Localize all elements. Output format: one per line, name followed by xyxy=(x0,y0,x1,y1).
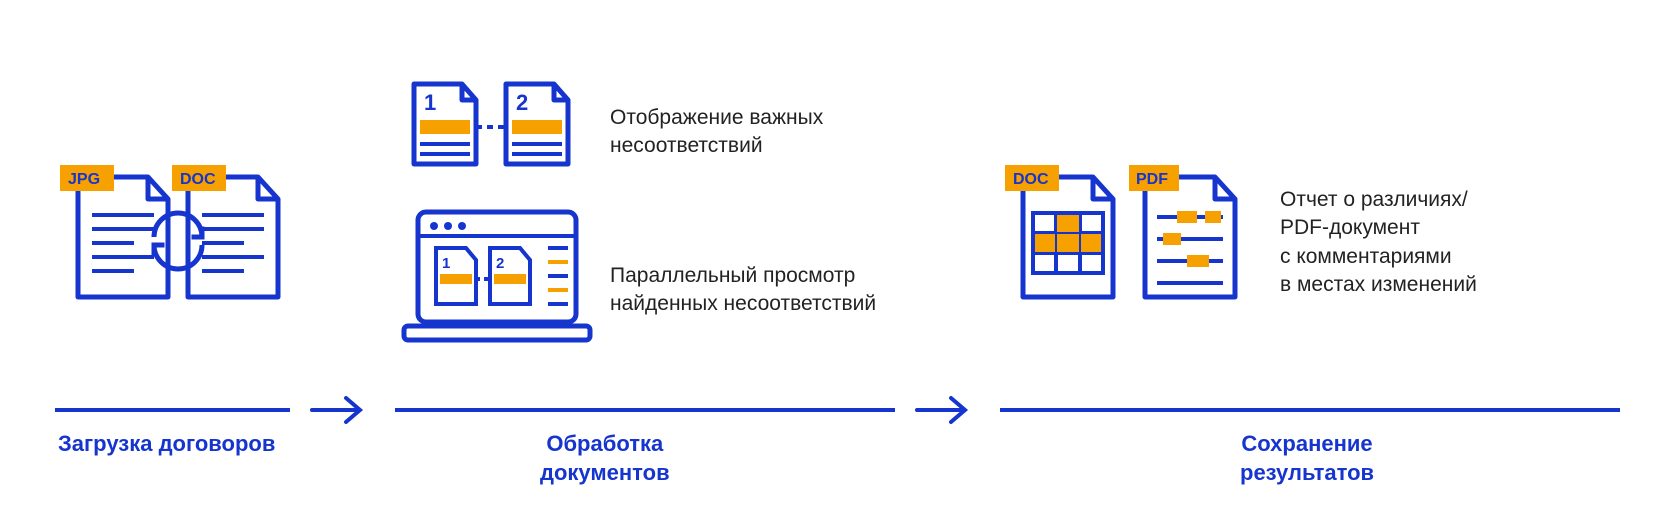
doc-num-1: 1 xyxy=(424,90,436,115)
stage2-underline xyxy=(395,408,895,412)
process-top-icon: 1 2 xyxy=(410,80,580,185)
upload-compare-icon: JPG DOC xyxy=(60,165,290,335)
save-badge-pdf: PDF xyxy=(1136,171,1168,188)
process-bottom-desc: Параллельный просмотр найденных несоотве… xyxy=(610,262,876,319)
doc-num-2: 2 xyxy=(516,90,528,115)
save-badge-doc: DOC xyxy=(1013,171,1049,188)
process-top-desc: Отображение важных несоответствий xyxy=(610,104,823,161)
stage3-caption: Сохранение результатов xyxy=(1240,430,1374,487)
process-bottom-icon: 1 2 xyxy=(400,208,595,363)
save-icon: DOC PDF xyxy=(1005,165,1255,340)
svg-text:1: 1 xyxy=(442,255,450,272)
badge-doc-text: DOC xyxy=(180,171,216,188)
stage2-caption: Обработка документов xyxy=(540,430,670,487)
stage-upload: JPG DOC xyxy=(60,165,290,340)
arrow-1-2 xyxy=(310,392,368,428)
badge-jpg-text: JPG xyxy=(68,171,100,188)
stage3-underline xyxy=(1000,408,1620,412)
save-desc: Отчет о различиях/ PDF-документ с коммен… xyxy=(1280,186,1477,299)
svg-text:2: 2 xyxy=(496,255,504,272)
stage1-underline xyxy=(55,408,290,412)
arrow-2-3 xyxy=(915,392,973,428)
stage1-caption: Загрузка договоров xyxy=(58,430,275,459)
